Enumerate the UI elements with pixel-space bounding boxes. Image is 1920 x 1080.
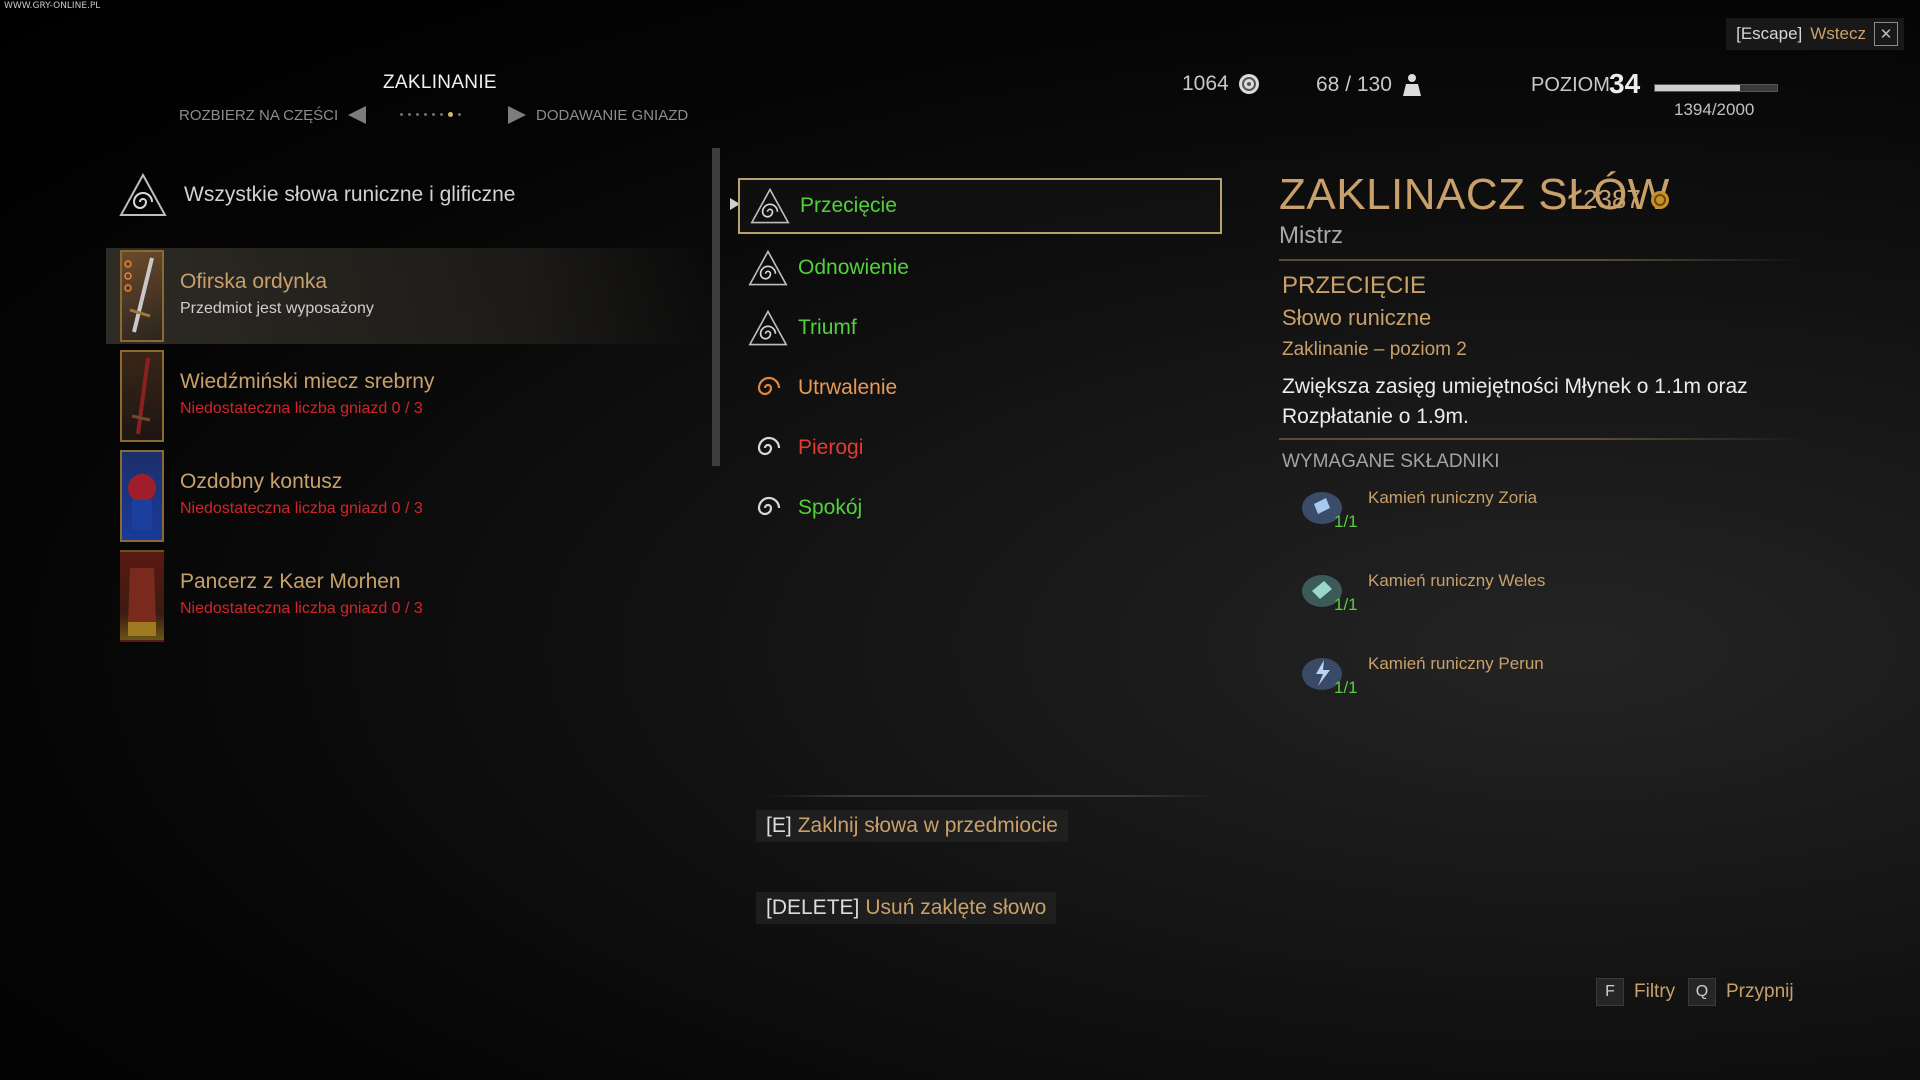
runeword-type: Słowo runiczne: [1282, 305, 1432, 330]
glyphword-icon: [757, 496, 781, 516]
item-name: Pancerz z Kaer Morhen: [180, 570, 401, 593]
runeword-label: Pierogi: [798, 436, 864, 459]
ingredient-count: 1/1: [1334, 595, 1358, 614]
pin-key: Q: [1688, 978, 1716, 1006]
sword-icon: [120, 250, 164, 342]
runeword-row-triumf[interactable]: Triumf: [738, 300, 1222, 356]
runeword-icon: [119, 172, 167, 216]
item-name: Ofirska ordynka: [180, 270, 328, 293]
runeword-icon: [750, 187, 790, 224]
scrollbar[interactable]: [712, 148, 720, 466]
tab-next[interactable]: DODAWANIE GNIAZD: [508, 106, 688, 124]
runeword-description: Zwiększa zasięg umiejętności Młynek o 1.…: [1282, 375, 1748, 428]
back-button[interactable]: [Escape] Wstecz ✕: [1726, 18, 1904, 50]
level-value: 34: [1609, 68, 1641, 99]
watermark: WWW.GRY-ONLINE.PL: [4, 1, 101, 11]
item-status: Przedmiot jest wyposażony: [180, 300, 374, 317]
divider: [1279, 259, 1805, 261]
coat-icon: [120, 450, 164, 542]
pin-button[interactable]: Q Przypnij: [1688, 978, 1794, 1006]
ingredient-name: Kamień runiczny Weles: [1368, 571, 1546, 590]
runeword-label: Triumf: [798, 316, 857, 339]
armor-icon: [120, 550, 164, 642]
xp-progress-fill: [1655, 85, 1741, 91]
list-item-pancerz-kaer-morhen[interactable]: Pancerz z Kaer Morhen Niedostateczna lic…: [106, 548, 706, 644]
tab-prev[interactable]: ROZBIERZ NA CZĘŚCI: [179, 106, 367, 124]
runeword-tier: Zaklinanie – poziom 2: [1282, 339, 1467, 360]
pin-label: Przypnij: [1726, 981, 1794, 1002]
crowns-value: 1064: [1182, 72, 1229, 95]
list-item-ozdobny-kontusz[interactable]: Ozdobny kontusz Niedostateczna liczba gn…: [106, 448, 706, 544]
all-runewords-filter[interactable]: Wszystkie słowa runiczne i glificzne: [118, 172, 515, 218]
tab-pager-dots: [400, 112, 461, 117]
runeword-row-przeciecie[interactable]: Przecięcie: [738, 178, 1222, 234]
remove-key: [DELETE]: [766, 896, 860, 919]
runeword-icon: [748, 249, 788, 286]
price-value: 2387: [1583, 184, 1641, 214]
ingredient-name: Kamień runiczny Perun: [1368, 654, 1544, 673]
tab-title: ZAKLINANIE: [383, 72, 497, 93]
item-name: Ozdobny kontusz: [180, 470, 343, 493]
item-status: Niedostateczna liczba gniazd 0 / 3: [180, 500, 423, 517]
runeword-icon: [748, 309, 788, 346]
runeword-label: Spokój: [798, 496, 863, 519]
weight-counter: 68 / 130: [1316, 72, 1424, 98]
item-status: Niedostateczna liczba gniazd 0 / 3: [180, 400, 423, 417]
xp-text: 1394/2000: [1674, 100, 1755, 119]
enchant-button[interactable]: [E] Zaklnij słowa w przedmiocie: [756, 810, 1068, 842]
weight-icon: [1402, 74, 1421, 96]
ingredient-row: 1/1 Kamień runiczny Weles: [1296, 563, 1545, 619]
tab-next-label: DODAWANIE GNIAZD: [536, 106, 689, 124]
ingredient-name: Kamień runiczny Zoria: [1368, 488, 1538, 507]
runeword-row-pierogi[interactable]: Pierogi: [738, 420, 1222, 476]
ingredient-count: 1/1: [1334, 512, 1358, 531]
glyphword-icon: [757, 436, 781, 456]
item-status: Niedostateczna liczba gniazd 0 / 3: [180, 600, 423, 617]
vendor-rank: Mistrz: [1279, 222, 1343, 249]
ingredient-row: 1/1 Kamień runiczny Perun: [1296, 646, 1544, 702]
list-item-ofirska-ordynka[interactable]: Ofirska ordynka Przedmiot jest wyposażon…: [106, 248, 706, 344]
close-icon[interactable]: ✕: [1874, 22, 1898, 46]
crowns-icon: [1238, 74, 1259, 94]
divider: [1279, 438, 1805, 440]
silver-sword-icon: [120, 350, 164, 442]
price: 2387: [1583, 184, 1671, 215]
xp-progress-bar: [1654, 84, 1778, 92]
weight-value: 68 / 130: [1316, 73, 1392, 96]
crowns-counter: 1064: [1182, 72, 1261, 96]
filters-label: Filtry: [1634, 981, 1676, 1002]
crowns-icon: [1650, 190, 1669, 209]
filters-key: F: [1596, 978, 1624, 1006]
ingredient-row: 1/1 Kamień runiczny Zoria: [1296, 480, 1537, 536]
item-name: Wiedźmiński miecz srebrny: [180, 370, 435, 393]
runeword-label: Utrwalenie: [798, 376, 898, 399]
runeword-title: PRZECIĘCIE: [1282, 272, 1427, 299]
arrow-left-icon[interactable]: [348, 106, 367, 124]
enchant-label: Zaklnij słowa w przedmiocie: [797, 814, 1058, 837]
glyphword-icon: [757, 376, 781, 396]
runeword-row-spokoj[interactable]: Spokój: [738, 480, 1222, 536]
level-label: POZIOM: [1531, 74, 1610, 96]
ingredient-count: 1/1: [1334, 678, 1358, 697]
runeword-label: Odnowienie: [798, 256, 909, 279]
escape-key-label: [Escape]: [1736, 24, 1803, 43]
filters-button[interactable]: F Filtry: [1596, 978, 1675, 1006]
list-item-wiedzminski-miecz[interactable]: Wiedźmiński miecz srebrny Niedostateczna…: [106, 348, 706, 444]
runeword-label: Przecięcie: [800, 194, 897, 217]
runeword-row-odnowienie[interactable]: Odnowienie: [738, 240, 1222, 296]
all-runewords-label: Wszystkie słowa runiczne i glificzne: [184, 183, 516, 206]
divider: [766, 795, 1216, 797]
remove-label: Usuń zaklęte słowo: [865, 896, 1047, 919]
back-label: Wstecz: [1810, 24, 1866, 43]
tab-prev-label: ROZBIERZ NA CZĘŚCI: [179, 106, 339, 124]
required-ingredients-heading: WYMAGANE SKŁADNIKI: [1282, 451, 1500, 472]
runeword-row-utrwalenie[interactable]: Utrwalenie: [738, 360, 1222, 416]
enchant-key: [E]: [766, 814, 792, 837]
arrow-right-icon[interactable]: [508, 106, 526, 124]
remove-enchant-button[interactable]: [DELETE] Usuń zaklęte słowo: [756, 892, 1057, 924]
